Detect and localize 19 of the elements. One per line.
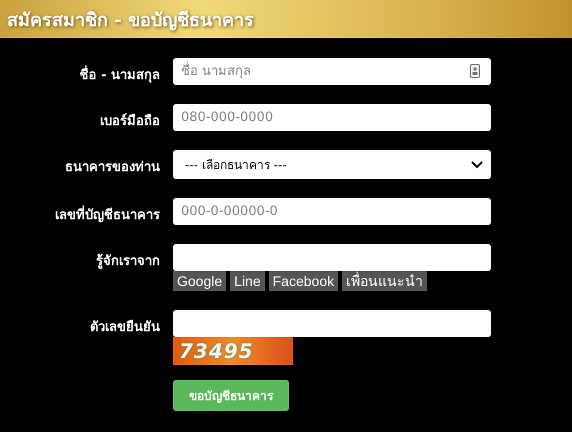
field-label: ธนาคารของท่าน: [64, 159, 160, 177]
input-field[interactable]: [173, 244, 491, 271]
field-label: เบอร์มือถือ: [99, 112, 160, 131]
field-label: ชื่อ - นามสกุล: [0, 58, 160, 85]
chevron-icon: [471, 160, 483, 168]
bank-select[interactable]: --- เลือกธนาคาร ---: [173, 150, 491, 179]
field-label: ตัวเลขยืนยัน: [89, 318, 160, 337]
source-chip[interactable]: Facebook: [268, 271, 338, 291]
source-chip[interactable]: Google: [173, 271, 226, 291]
source-chip[interactable]: เพื่อนแนะนำ: [342, 271, 428, 291]
source-chip[interactable]: Line: [230, 271, 265, 291]
captcha-code: 73495: [179, 339, 254, 363]
field-label: รู้จักเราจาก: [95, 252, 160, 271]
input-field[interactable]: 000-0-00000-0: [173, 198, 491, 225]
input-field[interactable]: [173, 310, 491, 337]
field-label: เลขที่บัญชีธนาคาร: [0, 198, 160, 225]
input-field[interactable]: ชื่อ นามสกุล: [173, 58, 491, 85]
page-title: สมัครสมาชิก - ขอบัญชีธนาคาร: [7, 8, 254, 32]
input-field[interactable]: 080-000-0000: [173, 104, 491, 131]
